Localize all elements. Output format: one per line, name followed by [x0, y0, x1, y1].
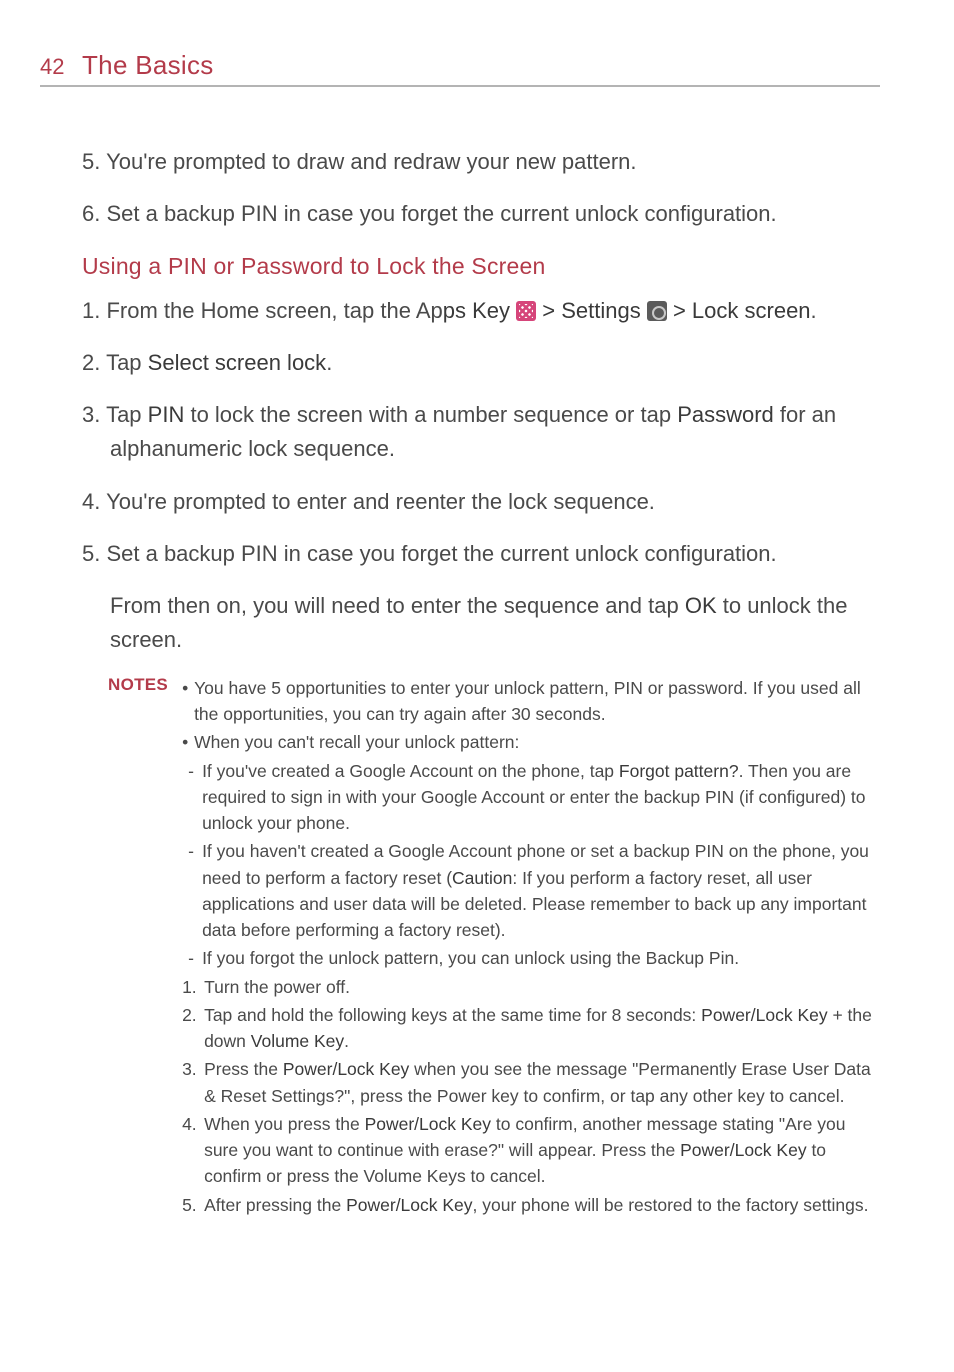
bullet-icon: • — [182, 675, 194, 728]
note-num-1: 1. Turn the power off. — [182, 974, 880, 1000]
subheading: Using a PIN or Password to Lock the Scre… — [82, 253, 880, 280]
text: Set a backup PIN in case you forget the … — [106, 541, 776, 566]
text: After pressing the Power/Lock Key, your … — [204, 1192, 880, 1218]
num: 2. — [182, 1002, 204, 1055]
note-bullet-1: • You have 5 opportunities to enter your… — [182, 675, 880, 728]
note-dash-2: - If you haven't created a Google Accoun… — [182, 838, 880, 943]
pin-step-2: 2. Tap Select screen lock. — [82, 346, 880, 380]
t: After pressing the — [204, 1195, 346, 1215]
volume-key: Volume Key — [251, 1031, 344, 1051]
step-5: 5. You're prompted to draw and redraw yo… — [82, 145, 880, 179]
text: Tap — [106, 402, 148, 427]
bullet-icon: • — [182, 729, 194, 755]
dash-icon: - — [188, 838, 202, 943]
t: When you press the — [204, 1114, 365, 1134]
settings-label: Settings — [561, 298, 641, 323]
t: If you've created a Google Account on th… — [202, 761, 619, 781]
page-content: 5. You're prompted to draw and redraw yo… — [40, 145, 880, 1220]
apps-key-label: ps Key — [443, 298, 510, 323]
dash-icon: - — [188, 758, 202, 837]
text: to lock the screen with a number sequenc… — [184, 402, 677, 427]
text: If you've created a Google Account on th… — [202, 758, 880, 837]
num: 1. — [182, 974, 204, 1000]
text: Turn the power off. — [204, 974, 880, 1000]
lock-screen-label: Lock screen — [692, 298, 811, 323]
closing-paragraph: From then on, you will need to enter the… — [82, 589, 880, 657]
dash-icon: - — [188, 945, 202, 971]
t: Press the — [204, 1059, 283, 1079]
num: 3. — [182, 1056, 204, 1109]
select-screen-lock: Select screen lock — [148, 350, 327, 375]
pin-step-3: 3. Tap PIN to lock the screen with a num… — [82, 398, 880, 466]
notes-block: NOTES • You have 5 opportunities to ente… — [82, 675, 880, 1220]
text: When you can't recall your unlock patter… — [194, 729, 880, 755]
settings-icon — [647, 301, 667, 321]
password-label: Password — [677, 402, 774, 427]
page-header: 42 The Basics — [40, 50, 880, 87]
power-lock-key: Power/Lock Key — [365, 1114, 491, 1134]
forgot-pattern-label: Forgot pattern? — [619, 761, 739, 781]
step-6-text: Set a backup PIN in case you forget the … — [106, 201, 776, 226]
note-num-2: 2. Tap and hold the following keys at th… — [182, 1002, 880, 1055]
sep2: > — [667, 298, 692, 323]
text: From then on, you will need to enter the… — [110, 593, 685, 618]
period: . — [811, 298, 817, 323]
pin-label: PIN — [148, 402, 185, 427]
note-num-4: 4. When you press the Power/Lock Key to … — [182, 1111, 880, 1190]
text: You're prompted to enter and reenter the… — [106, 489, 655, 514]
t: . — [344, 1031, 349, 1051]
pin-step-4: 4. You're prompted to enter and reenter … — [82, 485, 880, 519]
text: Press the Power/Lock Key when you see th… — [204, 1056, 880, 1109]
power-lock-key: Power/Lock Key — [346, 1195, 472, 1215]
t: Tap and hold the following keys at the s… — [204, 1005, 701, 1025]
text: When you press the Power/Lock Key to con… — [204, 1111, 880, 1190]
text: You have 5 opportunities to enter your u… — [194, 675, 880, 728]
pin-step-1: 1. From the Home screen, tap the Apps Ke… — [82, 294, 880, 328]
caution-label: Caution — [452, 868, 512, 888]
power-lock-key: Power/Lock Key — [680, 1140, 806, 1160]
note-dash-3: - If you forgot the unlock pattern, you … — [182, 945, 880, 971]
step-5-text: You're prompted to draw and redraw your … — [106, 149, 636, 174]
note-num-3: 3. Press the Power/Lock Key when you see… — [182, 1056, 880, 1109]
ok-label: OK — [685, 593, 717, 618]
power-lock-key: Power/Lock Key — [701, 1005, 827, 1025]
period: . — [326, 350, 332, 375]
num: 4. — [182, 1111, 204, 1190]
text: Tap and hold the following keys at the s… — [204, 1002, 880, 1055]
text: If you haven't created a Google Account … — [202, 838, 880, 943]
pin-step-5: 5. Set a backup PIN in case you forget t… — [82, 537, 880, 571]
apps-key-icon — [516, 301, 536, 321]
note-dash-1: - If you've created a Google Account on … — [182, 758, 880, 837]
sep: > — [536, 298, 561, 323]
notes-body: • You have 5 opportunities to enter your… — [182, 675, 880, 1220]
num: 5. — [182, 1192, 204, 1218]
power-lock-key: Power/Lock Key — [283, 1059, 409, 1079]
page-number: 42 — [40, 54, 82, 80]
text: From the Home screen, tap the Ap — [106, 298, 442, 323]
section-title: The Basics — [82, 50, 214, 81]
text: If you forgot the unlock pattern, you ca… — [202, 945, 880, 971]
t: , your phone will be restored to the fac… — [473, 1195, 869, 1215]
note-bullet-2: • When you can't recall your unlock patt… — [182, 729, 880, 755]
step-6: 6. Set a backup PIN in case you forget t… — [82, 197, 880, 231]
text: Tap — [106, 350, 148, 375]
notes-label: NOTES — [108, 675, 168, 1220]
note-num-5: 5. After pressing the Power/Lock Key, yo… — [182, 1192, 880, 1218]
